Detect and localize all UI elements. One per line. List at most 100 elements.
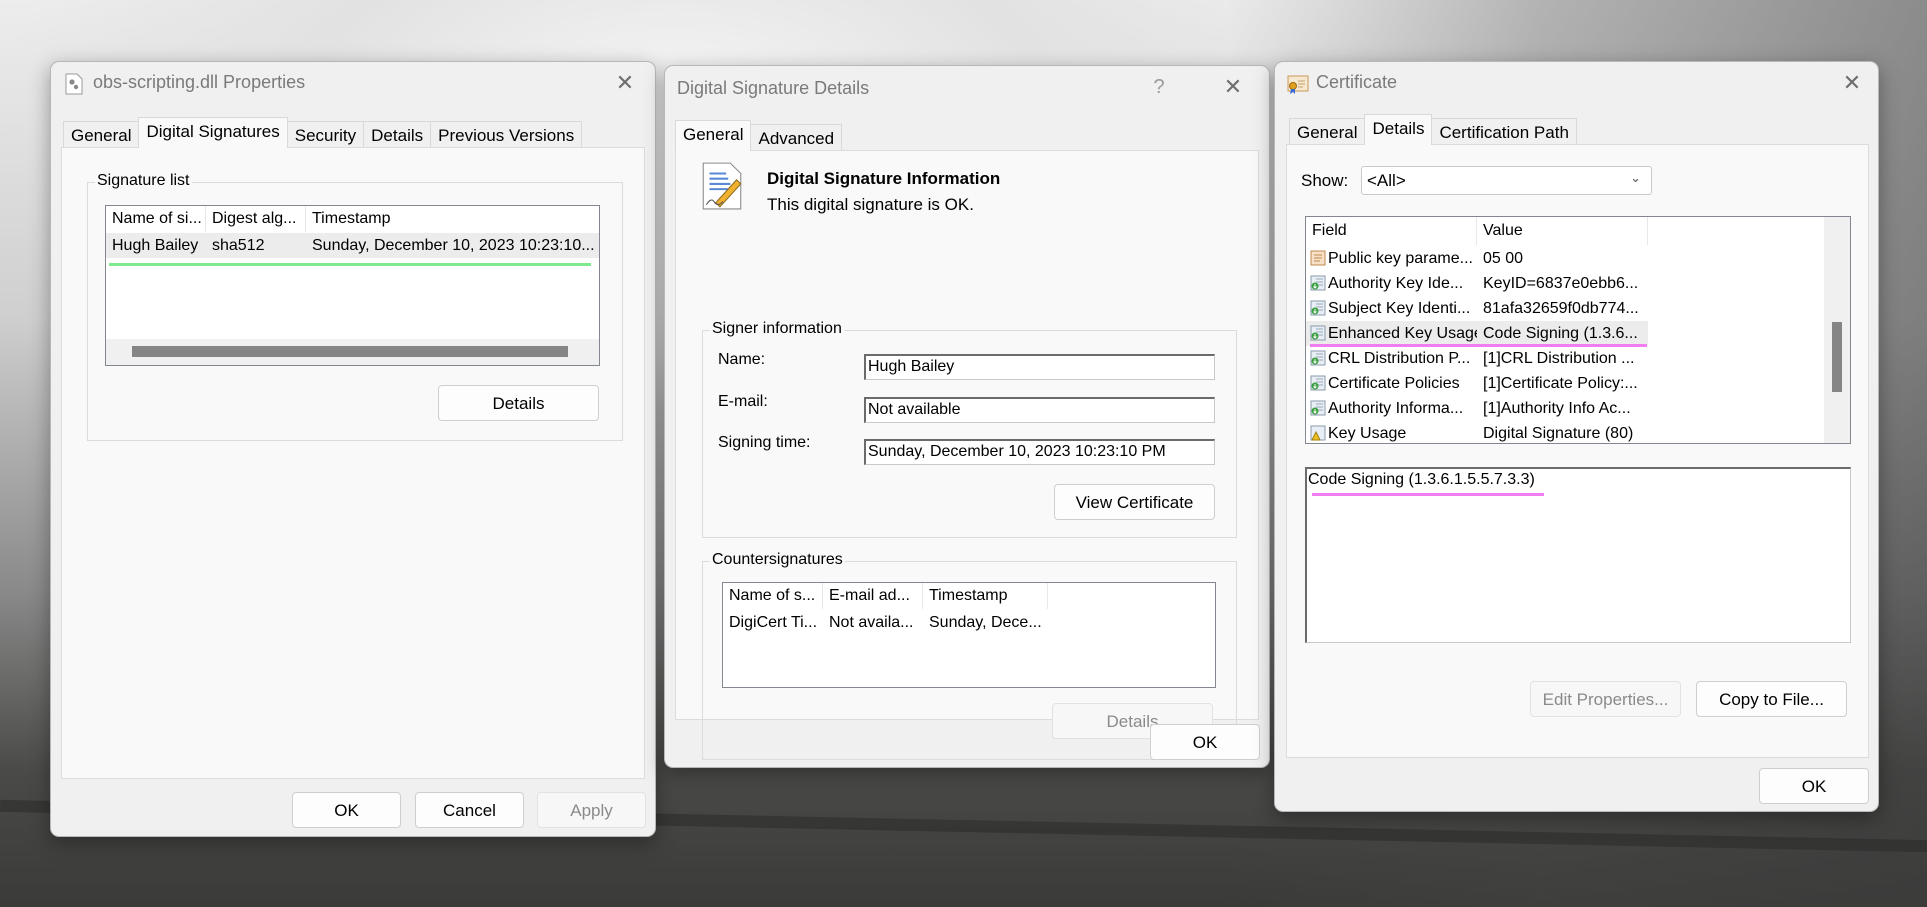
column-header-name[interactable]: Name of si... bbox=[106, 206, 206, 232]
certificate-fields-list[interactable]: Field Value Public key parame... 05 00 Aut… bbox=[1305, 216, 1851, 444]
name-field[interactable]: Hugh Bailey bbox=[864, 354, 1215, 380]
extension-icon bbox=[1310, 300, 1326, 316]
signature-timestamp: Sunday, December 10, 2023 10:23:10... bbox=[312, 237, 595, 254]
close-button[interactable]: ✕ bbox=[607, 66, 643, 100]
edit-properties-button[interactable]: Edit Properties... bbox=[1530, 681, 1681, 717]
column-header-digest[interactable]: Digest alg... bbox=[206, 206, 306, 232]
tab-general[interactable]: General bbox=[675, 120, 752, 151]
pink-highlight-underline bbox=[1312, 493, 1544, 496]
certificate-field-value: [1]CRL Distribution ... bbox=[1483, 350, 1635, 367]
tab-details[interactable]: Details bbox=[363, 121, 432, 148]
email-label: E-mail: bbox=[718, 393, 768, 410]
general-panel: Digital Signature Information This digit… bbox=[675, 150, 1259, 760]
countersignature-email: Not availa... bbox=[829, 614, 914, 631]
certificate-field-name: Public key parame... bbox=[1328, 250, 1473, 267]
column-header-email[interactable]: E-mail ad... bbox=[823, 583, 923, 609]
signing-time-field[interactable]: Sunday, December 10, 2023 10:23:10 PM bbox=[864, 439, 1215, 465]
chevron-down-icon: ⌄ bbox=[1630, 170, 1641, 185]
certificate-field-name: CRL Distribution P... bbox=[1328, 350, 1471, 367]
signature-info-heading: Digital Signature Information bbox=[767, 169, 1001, 188]
tab-general[interactable]: General bbox=[63, 121, 140, 148]
help-button[interactable]: ? bbox=[1141, 70, 1177, 104]
certificate-field-name: Key Usage bbox=[1328, 425, 1407, 442]
signature-list[interactable]: Name of si... Digest alg... Timestamp Hu… bbox=[105, 205, 600, 366]
countersignatures-list[interactable]: Name of s... E-mail ad... Timestamp Digi… bbox=[722, 582, 1216, 688]
details-panel: Show: <All> ⌄ Field Value Public key par… bbox=[1286, 144, 1869, 758]
signature-details-button[interactable]: Details bbox=[438, 385, 599, 421]
certificate-field-row[interactable]: CRL Distribution P... [1]CRL Distribution… bbox=[1306, 346, 1648, 371]
tab-certification-path[interactable]: Certification Path bbox=[1431, 118, 1577, 145]
certificate-field-row[interactable]: Public key parame... 05 00 bbox=[1306, 246, 1648, 271]
cancel-button[interactable]: Cancel bbox=[415, 792, 524, 828]
certificate-field-name: Certificate Policies bbox=[1328, 375, 1460, 392]
ok-button[interactable]: OK bbox=[1150, 724, 1260, 760]
extension-icon bbox=[1310, 350, 1326, 366]
signature-details-dialog: Digital Signature Details ? ✕ General Ad… bbox=[664, 65, 1270, 768]
tab-digital-signatures[interactable]: Digital Signatures bbox=[138, 117, 288, 148]
horizontal-scrollbar[interactable] bbox=[106, 339, 599, 365]
column-header-timestamp[interactable]: Timestamp bbox=[923, 583, 1048, 609]
green-highlight-underline bbox=[109, 263, 591, 266]
certificate-field-row[interactable]: Authority Informa... [1]Authority Info Ac… bbox=[1306, 396, 1648, 421]
close-button[interactable]: ✕ bbox=[1215, 70, 1251, 104]
certificate-tabs: General Details Certification Path bbox=[1289, 114, 1577, 145]
extension-icon bbox=[1310, 325, 1326, 341]
certificate-field-row[interactable]: Certificate Policies [1]Certificate Polic… bbox=[1306, 371, 1648, 396]
vertical-scrollbar[interactable] bbox=[1824, 217, 1850, 443]
certificate-field-value: Code Signing (1.3.6... bbox=[1483, 325, 1638, 342]
properties-titlebar[interactable]: obs-scripting.dll Properties ✕ bbox=[51, 62, 655, 104]
show-label: Show: bbox=[1301, 171, 1349, 190]
certificate-titlebar[interactable]: Certificate ✕ bbox=[1275, 62, 1878, 104]
countersignatures-label: Countersignatures bbox=[710, 551, 845, 569]
ok-button[interactable]: OK bbox=[1759, 768, 1869, 804]
certificate-field-name: Enhanced Key Usage bbox=[1328, 325, 1477, 342]
signature-row[interactable]: Hugh Bailey sha512 Sunday, December 10, … bbox=[106, 233, 599, 258]
certificate-field-value: 81afa32659f0db774... bbox=[1483, 300, 1639, 317]
tab-advanced[interactable]: Advanced bbox=[750, 124, 843, 151]
signature-list-group: Signature list Name of si... Digest alg.… bbox=[87, 172, 623, 441]
column-header-timestamp[interactable]: Timestamp bbox=[306, 206, 597, 232]
vertical-scrollbar-thumb[interactable] bbox=[1832, 322, 1842, 392]
certificate-field-row[interactable]: Enhanced Key Usage Code Signing (1.3.6... bbox=[1306, 321, 1648, 346]
extension-icon bbox=[1310, 275, 1326, 291]
critical-extension-warning-icon bbox=[1310, 425, 1326, 441]
certificate-field-row[interactable]: Subject Key Identi... 81afa32659f0db774..… bbox=[1306, 296, 1648, 321]
show-dropdown[interactable]: <All> ⌄ bbox=[1361, 166, 1652, 195]
fields-list-header: Field Value bbox=[1306, 217, 1648, 245]
certificate-field-value: Digital Signature (80) bbox=[1483, 425, 1634, 442]
certificate-field-row[interactable]: Key Usage Digital Signature (80) bbox=[1306, 421, 1648, 443]
ok-button[interactable]: OK bbox=[292, 792, 401, 828]
tab-previous-versions[interactable]: Previous Versions bbox=[430, 121, 583, 148]
countersignature-row[interactable]: DigiCert Ti... Not availa... Sunday, Dec… bbox=[723, 610, 1048, 635]
signature-details-titlebar[interactable]: Digital Signature Details ? ✕ bbox=[665, 66, 1269, 108]
view-certificate-button[interactable]: View Certificate bbox=[1054, 484, 1215, 520]
help-icon: ? bbox=[1153, 76, 1165, 98]
certificate-field-name: Subject Key Identi... bbox=[1328, 300, 1471, 317]
certificate-field-value: [1]Certificate Policy:... bbox=[1483, 375, 1638, 392]
properties-dialog: obs-scripting.dll Properties ✕ General D… bbox=[50, 61, 656, 837]
signed-document-pen-icon bbox=[702, 162, 742, 210]
column-header-name[interactable]: Name of s... bbox=[723, 583, 823, 609]
close-icon: ✕ bbox=[1842, 70, 1862, 95]
horizontal-scrollbar-thumb[interactable] bbox=[132, 346, 568, 357]
close-icon: ✕ bbox=[1223, 74, 1243, 99]
close-button[interactable]: ✕ bbox=[1834, 66, 1870, 100]
dll-file-gear-icon bbox=[65, 73, 83, 95]
field-detail-text: Code Signing (1.3.6.1.5.5.7.3.3) bbox=[1308, 471, 1535, 488]
column-header-field[interactable]: Field bbox=[1306, 217, 1477, 245]
certificate-field-row[interactable]: Authority Key Ide... KeyID=6837e0ebb6... bbox=[1306, 271, 1648, 296]
apply-button[interactable]: Apply bbox=[537, 792, 646, 828]
email-field[interactable]: Not available bbox=[864, 397, 1215, 423]
tab-general[interactable]: General bbox=[1289, 118, 1366, 145]
copy-to-file-button[interactable]: Copy to File... bbox=[1696, 681, 1847, 717]
field-detail-textbox[interactable]: Code Signing (1.3.6.1.5.5.7.3.3) bbox=[1305, 467, 1851, 643]
signature-name: Hugh Bailey bbox=[112, 237, 199, 254]
column-header-value[interactable]: Value bbox=[1477, 217, 1648, 245]
tab-security[interactable]: Security bbox=[286, 121, 365, 148]
name-label: Name: bbox=[718, 351, 766, 368]
properties-tabs: General Digital Signatures Security Deta… bbox=[63, 117, 583, 148]
show-dropdown-value: <All> bbox=[1367, 171, 1406, 190]
signer-information-label: Signer information bbox=[710, 320, 844, 338]
tab-details[interactable]: Details bbox=[1364, 114, 1433, 145]
certificate-field-value: [1]Authority Info Ac... bbox=[1483, 400, 1631, 417]
